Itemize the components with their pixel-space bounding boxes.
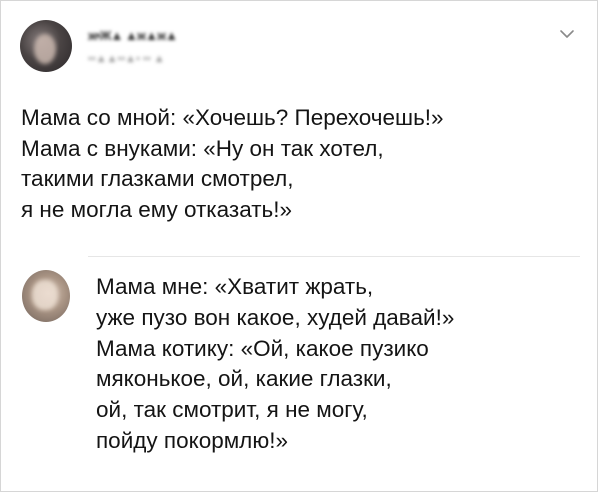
- divider: [88, 256, 580, 257]
- reply-line: Мама котику: «Ой, какое пузико: [96, 335, 429, 361]
- reply-line: ой, так смотрит, я не могу,: [96, 397, 368, 423]
- tweet-line: я не могла ему отказать!»: [21, 196, 292, 222]
- reply-line: пойду покормлю!»: [96, 427, 288, 453]
- avatar[interactable]: [20, 20, 72, 72]
- reply-text: Мама мне: «Хватит жрать, уже пузо вон ка…: [96, 272, 586, 457]
- tweet-line: такими глазками смотрел,: [21, 166, 294, 191]
- tweet-text: Мама со мной: «Хочешь? Перехочешь!» Мама…: [21, 103, 581, 225]
- reply-line: уже пузо вон какое, худей давай!»: [96, 304, 455, 330]
- author-name[interactable]: ж•Ж▲ ▲ж▲ж▲: [88, 28, 183, 43]
- reply-line: мяконькое, ой, какие глазки,: [96, 366, 392, 392]
- tweet-line: Мама со мной: «Хочешь? Перехочешь!»: [21, 105, 444, 130]
- tweet: ж•Ж▲ ▲ж▲ж▲ ••▲▲••▲• •• ▲ Мама со мной: «…: [0, 0, 600, 262]
- reply-line: Мама мне: «Хватит жрать,: [96, 274, 374, 299]
- chevron-down-icon[interactable]: [558, 27, 576, 41]
- reply-avatar[interactable]: [22, 270, 70, 322]
- reply-tweet: Мама мне: «Хватит жрать, уже пузо вон ка…: [0, 262, 600, 494]
- tweet-line: Мама с внуками: «Ну он так хотел,: [21, 135, 384, 161]
- author-handle: ••▲▲••▲• •• ▲: [88, 53, 165, 65]
